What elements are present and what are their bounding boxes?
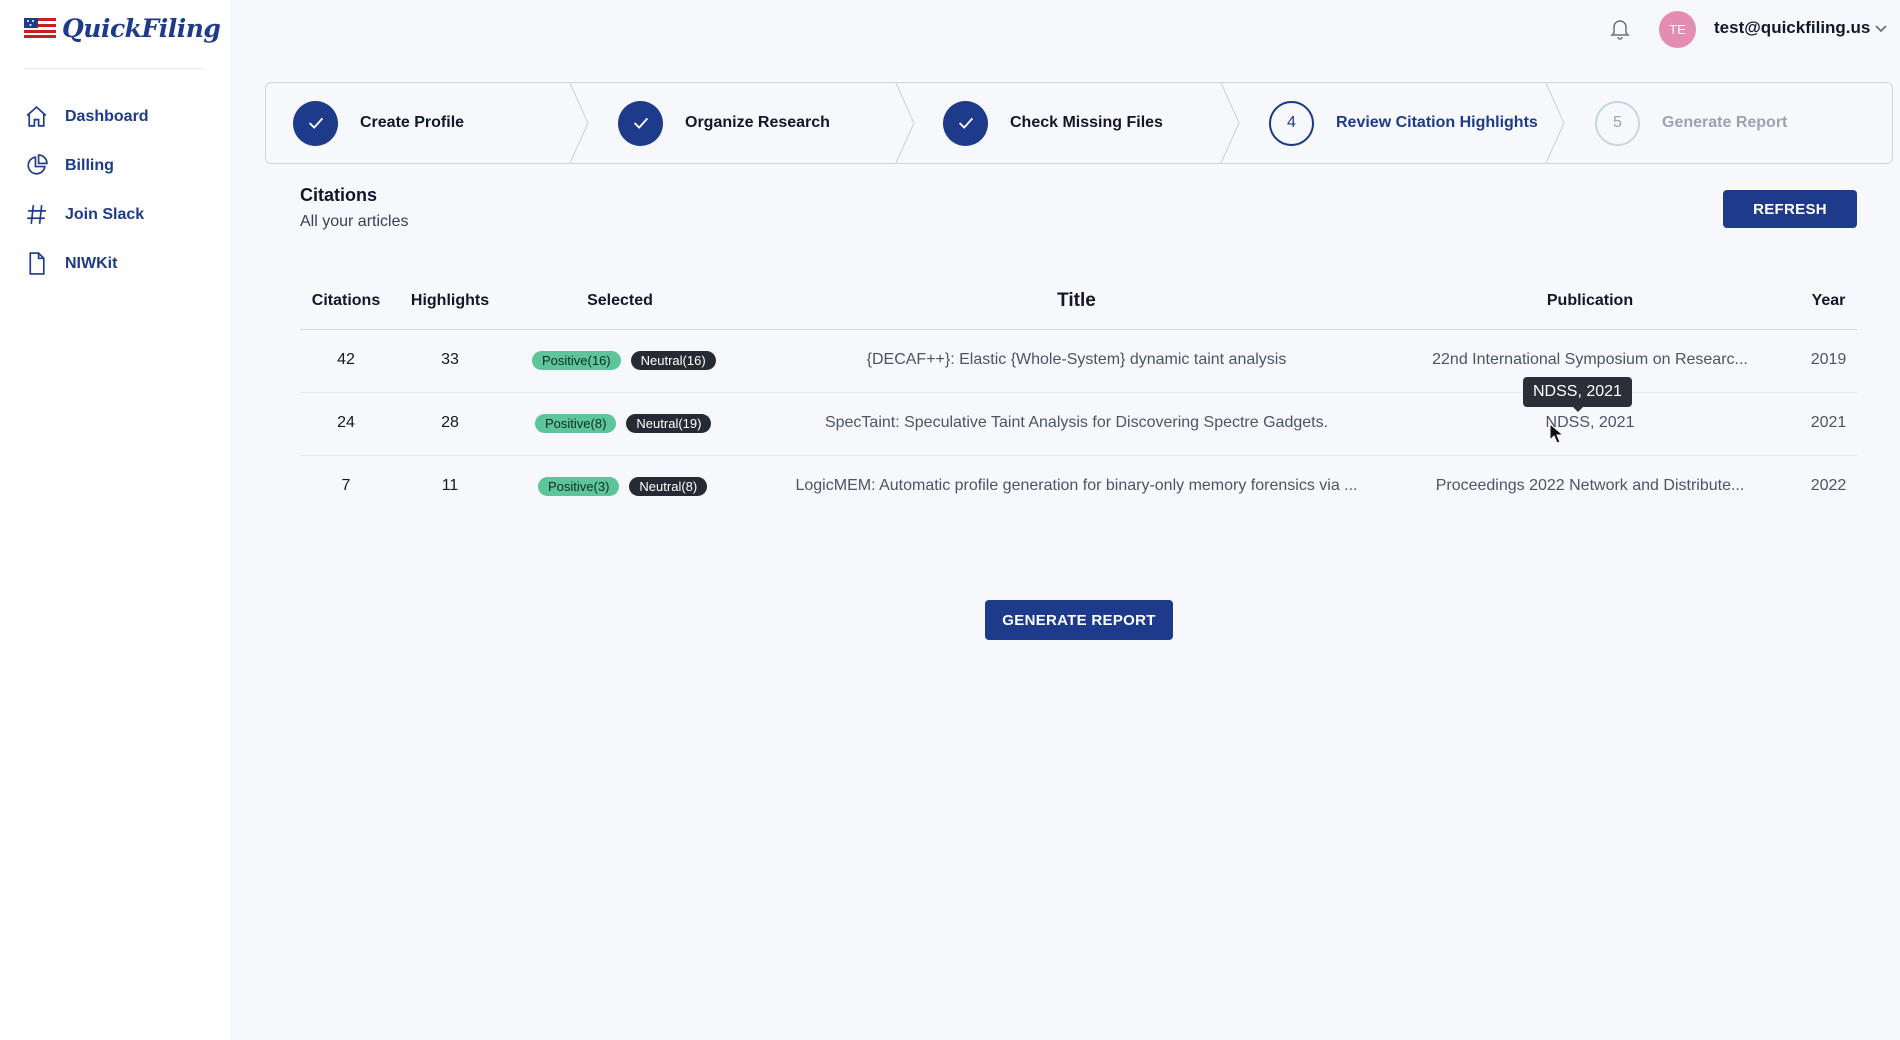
checkmark-icon bbox=[633, 117, 648, 129]
generate-report-button[interactable]: GENERATE REPORT bbox=[985, 600, 1173, 640]
cell-selected: Positive(16) Neutral(16) bbox=[532, 351, 716, 370]
cell-highlights: 28 bbox=[441, 414, 459, 431]
cell-title[interactable]: LogicMEM: Automatic profile generation f… bbox=[740, 477, 1413, 495]
user-menu-toggle[interactable] bbox=[1873, 20, 1889, 36]
positive-badge[interactable]: Positive(3) bbox=[538, 477, 620, 496]
sidebar-divider bbox=[24, 68, 204, 69]
step-complete-indicator bbox=[943, 100, 988, 146]
cell-publication[interactable]: NDSS, 2021 bbox=[1400, 414, 1780, 432]
home-icon bbox=[26, 106, 47, 127]
publication-tooltip: NDSS, 2021 bbox=[1523, 377, 1632, 407]
step-check-missing-files[interactable]: Check Missing Files bbox=[943, 83, 1163, 163]
cell-publication[interactable]: Proceedings 2022 Network and Distribute.… bbox=[1400, 477, 1780, 495]
avatar[interactable]: TE bbox=[1659, 11, 1696, 48]
hashtag-icon bbox=[27, 205, 46, 224]
step-label: Review Citation Highlights bbox=[1336, 114, 1538, 131]
progress-stepper: Create Profile Organize Research Check M… bbox=[265, 82, 1893, 164]
sidebar-item-label: Dashboard bbox=[65, 107, 149, 125]
sidebar-item-join-slack[interactable]: Join Slack bbox=[24, 190, 214, 239]
cell-citations: 24 bbox=[337, 414, 355, 431]
cell-title[interactable]: {DECAF++}: Elastic {Whole-System} dynami… bbox=[740, 351, 1413, 369]
step-separator bbox=[1544, 83, 1568, 163]
column-header-selected[interactable]: Selected bbox=[520, 292, 720, 310]
column-header-year[interactable]: Year bbox=[1800, 292, 1857, 310]
neutral-badge[interactable]: Neutral(19) bbox=[626, 414, 712, 433]
document-icon bbox=[29, 252, 45, 275]
cell-title[interactable]: SpecTaint: Speculative Taint Analysis fo… bbox=[740, 414, 1413, 432]
column-header-highlights[interactable]: Highlights bbox=[400, 292, 500, 310]
step-label: Check Missing Files bbox=[1010, 114, 1163, 131]
step-organize-research[interactable]: Organize Research bbox=[618, 83, 830, 163]
step-review-citation-highlights[interactable]: 4 Review Citation Highlights bbox=[1269, 83, 1538, 163]
positive-badge[interactable]: Positive(8) bbox=[535, 414, 617, 433]
column-header-title[interactable]: Title bbox=[740, 290, 1413, 312]
step-separator bbox=[568, 83, 592, 163]
sidebar-item-label: NIWKit bbox=[65, 254, 118, 272]
step-complete-indicator bbox=[618, 100, 663, 146]
sidebar: QuickFiling Dashboard Billing Join Slack bbox=[0, 0, 230, 1040]
table-header: Citations Highlights Selected Title Publ… bbox=[300, 282, 1857, 330]
step-label: Generate Report bbox=[1662, 114, 1788, 131]
neutral-badge[interactable]: Neutral(16) bbox=[630, 351, 716, 370]
cell-publication[interactable]: 22nd International Symposium on Researc.… bbox=[1400, 351, 1780, 369]
sidebar-nav: Dashboard Billing Join Slack NIWKit bbox=[24, 92, 214, 288]
table-row[interactable]: 7 11 Positive(3) Neutral(8) LogicMEM: Au… bbox=[300, 456, 1857, 519]
step-create-profile[interactable]: Create Profile bbox=[293, 83, 464, 163]
section-subtitle: All your articles bbox=[300, 213, 409, 230]
checkmark-icon bbox=[958, 117, 973, 129]
step-label: Organize Research bbox=[685, 114, 830, 131]
sidebar-item-label: Billing bbox=[65, 156, 114, 174]
brand-name: QuickFiling bbox=[62, 13, 221, 43]
positive-badge[interactable]: Positive(16) bbox=[532, 351, 621, 370]
us-flag-icon bbox=[24, 18, 56, 38]
step-separator bbox=[1219, 83, 1243, 163]
bell-icon bbox=[1610, 20, 1630, 40]
notifications-button[interactable] bbox=[1608, 16, 1632, 40]
column-header-publication[interactable]: Publication bbox=[1400, 292, 1780, 310]
cell-highlights: 11 bbox=[441, 477, 459, 494]
refresh-button[interactable]: REFRESH bbox=[1723, 190, 1857, 228]
sidebar-item-niwkit[interactable]: NIWKit bbox=[24, 239, 214, 288]
cell-selected: Positive(3) Neutral(8) bbox=[538, 477, 708, 496]
tooltip-arrow bbox=[1572, 406, 1584, 412]
pie-chart-icon bbox=[27, 154, 48, 175]
mouse-pointer-icon bbox=[1549, 423, 1565, 444]
cell-year: 2022 bbox=[1810, 477, 1847, 494]
sidebar-item-billing[interactable]: Billing bbox=[24, 141, 214, 190]
cell-year: 2021 bbox=[1810, 414, 1847, 431]
column-header-citations[interactable]: Citations bbox=[300, 292, 392, 310]
step-complete-indicator bbox=[293, 100, 338, 146]
neutral-badge[interactable]: Neutral(8) bbox=[629, 477, 708, 496]
step-generate-report[interactable]: 5 Generate Report bbox=[1595, 83, 1787, 163]
sidebar-item-label: Join Slack bbox=[65, 205, 145, 223]
step-separator bbox=[894, 83, 918, 163]
sidebar-item-dashboard[interactable]: Dashboard bbox=[24, 92, 214, 141]
cell-selected: Positive(8) Neutral(19) bbox=[535, 414, 712, 433]
cell-citations: 42 bbox=[337, 351, 355, 368]
brand-logo[interactable]: QuickFiling bbox=[24, 12, 221, 44]
checkmark-icon bbox=[308, 117, 323, 129]
step-label: Create Profile bbox=[360, 114, 465, 131]
chevron-down-icon bbox=[1875, 25, 1887, 33]
step-number: 4 bbox=[1269, 100, 1314, 146]
cell-year: 2019 bbox=[1810, 351, 1847, 368]
cell-citations: 7 bbox=[341, 477, 351, 494]
section-title: Citations bbox=[300, 185, 378, 205]
cell-highlights: 33 bbox=[441, 351, 459, 368]
step-number: 5 bbox=[1595, 100, 1640, 146]
user-email[interactable]: test@quickfiling.us bbox=[1714, 18, 1870, 38]
